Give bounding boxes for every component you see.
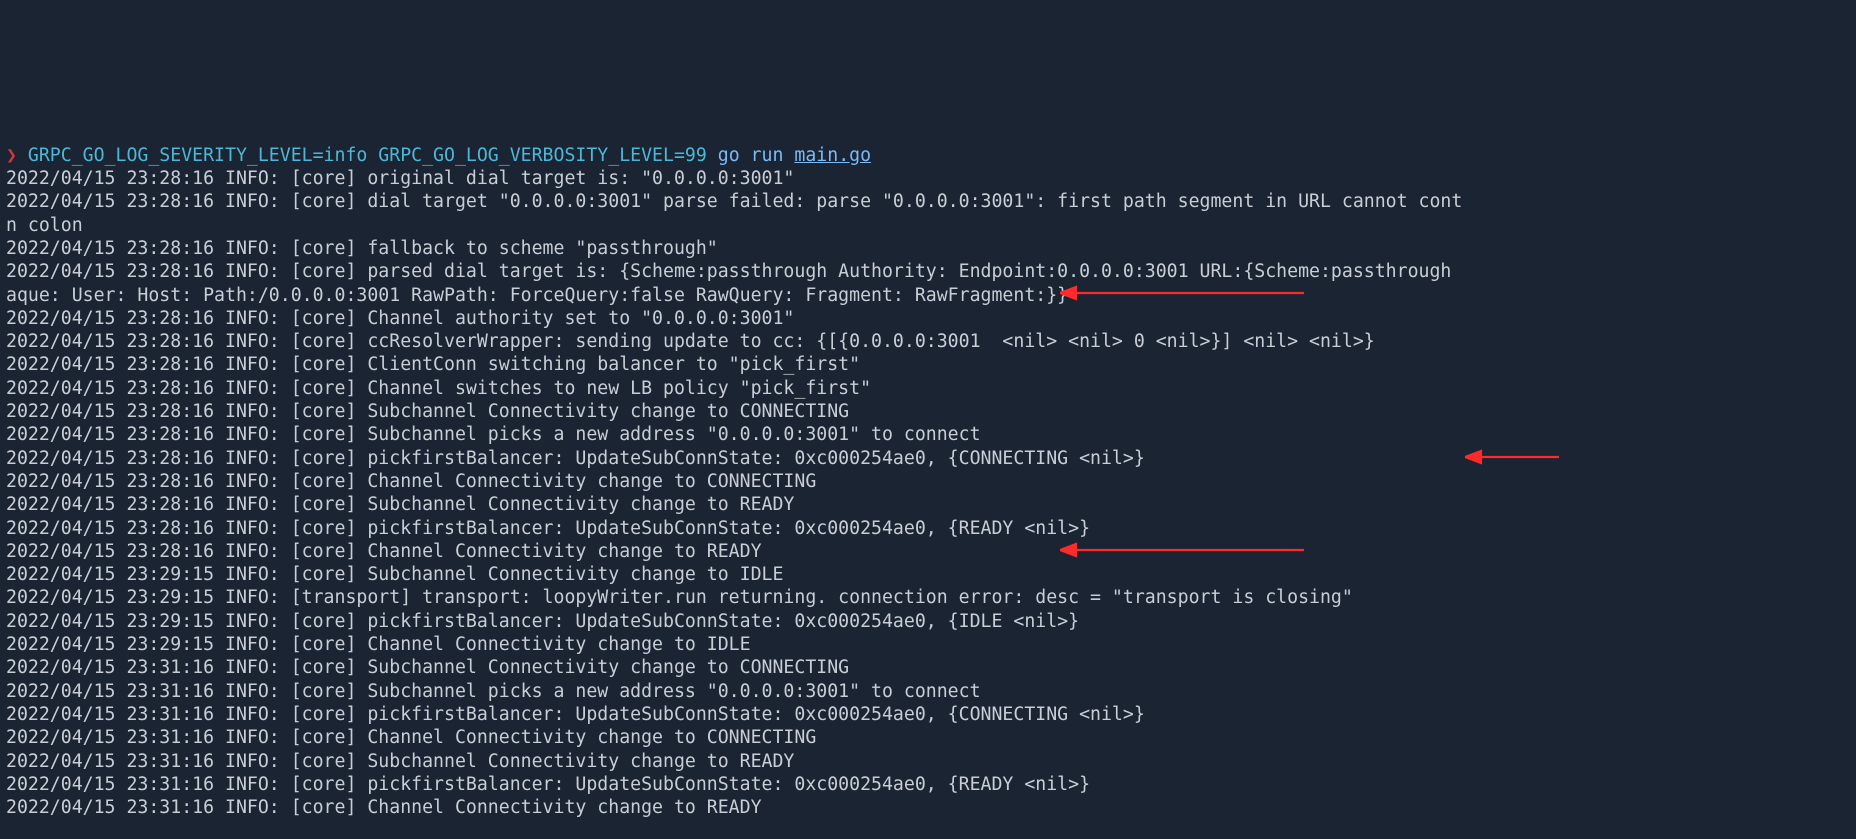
log-line: 2022/04/15 23:31:16 INFO: [core] Channel…: [6, 727, 816, 748]
log-line: 2022/04/15 23:28:16 INFO: [core] dial ta…: [6, 191, 1462, 212]
log-line: 2022/04/15 23:31:16 INFO: [core] Subchan…: [6, 751, 794, 772]
log-line: n colon: [6, 215, 83, 236]
command-env-vars: GRPC_GO_LOG_SEVERITY_LEVEL=info GRPC_GO_…: [28, 145, 707, 166]
log-line: 2022/04/15 23:29:15 INFO: [core] pickfir…: [6, 611, 1079, 632]
log-line: 2022/04/15 23:29:15 INFO: [transport] tr…: [6, 587, 1353, 608]
log-line: 2022/04/15 23:31:16 INFO: [core] pickfir…: [6, 774, 1090, 795]
log-line: 2022/04/15 23:28:16 INFO: [core] Subchan…: [6, 494, 794, 515]
log-line: 2022/04/15 23:31:16 INFO: [core] Subchan…: [6, 657, 849, 678]
terminal-output: ❯ GRPC_GO_LOG_SEVERITY_LEVEL=info GRPC_G…: [0, 116, 1856, 823]
log-line: 2022/04/15 23:28:16 INFO: [core] pickfir…: [6, 448, 1145, 469]
log-line: 2022/04/15 23:28:16 INFO: [core] pickfir…: [6, 518, 1090, 539]
log-line: 2022/04/15 23:28:16 INFO: [core] fallbac…: [6, 238, 718, 259]
log-line: 2022/04/15 23:28:16 INFO: [core] parsed …: [6, 261, 1451, 282]
log-line: 2022/04/15 23:31:16 INFO: [core] Channel…: [6, 797, 762, 818]
log-line: 2022/04/15 23:28:16 INFO: [core] Subchan…: [6, 401, 849, 422]
log-line: 2022/04/15 23:31:16 INFO: [core] Subchan…: [6, 681, 981, 702]
log-line: 2022/04/15 23:28:16 INFO: [core] ccResol…: [6, 331, 1375, 352]
log-line: 2022/04/15 23:28:16 INFO: [core] ClientC…: [6, 354, 860, 375]
log-line: 2022/04/15 23:31:16 INFO: [core] pickfir…: [6, 704, 1145, 725]
log-line: 2022/04/15 23:28:16 INFO: [core] Channel…: [6, 541, 762, 562]
command-filename: main.go: [794, 145, 871, 166]
prompt-indicator: ❯: [6, 145, 17, 166]
log-line: aque: User: Host: Path:/0.0.0.0:3001 Raw…: [6, 285, 1068, 306]
log-line: 2022/04/15 23:28:16 INFO: [core] origina…: [6, 168, 794, 189]
log-line: 2022/04/15 23:28:16 INFO: [core] Channel…: [6, 378, 871, 399]
log-line: 2022/04/15 23:28:16 INFO: [core] Subchan…: [6, 424, 981, 445]
command-go-run: go run: [718, 145, 784, 166]
log-line: 2022/04/15 23:28:16 INFO: [core] Channel…: [6, 471, 816, 492]
log-line: 2022/04/15 23:29:15 INFO: [core] Channel…: [6, 634, 751, 655]
log-line: 2022/04/15 23:28:16 INFO: [core] Channel…: [6, 308, 794, 329]
log-line: 2022/04/15 23:29:15 INFO: [core] Subchan…: [6, 564, 783, 585]
